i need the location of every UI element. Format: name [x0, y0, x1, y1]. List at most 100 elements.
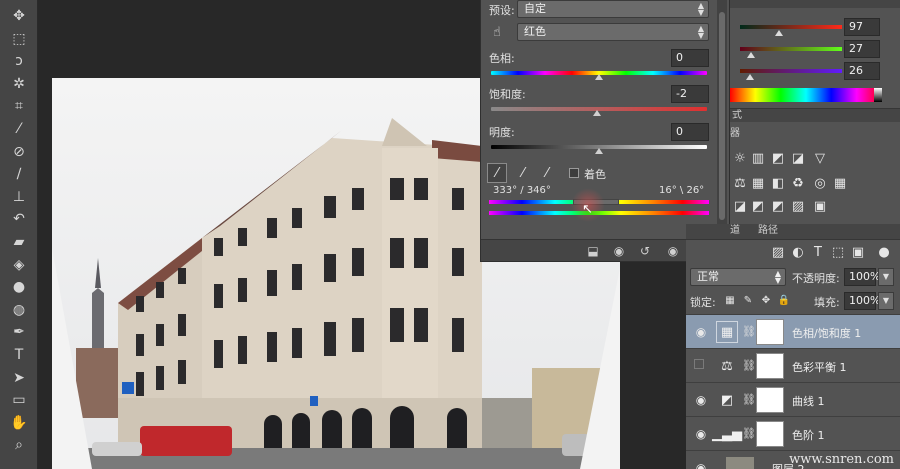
hue-saturation-icon[interactable]: ▦: [750, 175, 766, 191]
layer-mask-thumbnail[interactable]: [756, 353, 784, 379]
brightness-icon[interactable]: ☼: [732, 150, 748, 166]
blue-slider[interactable]: [740, 69, 842, 73]
layer-mask-thumbnail[interactable]: [756, 319, 784, 345]
opacity-input[interactable]: 100%: [844, 268, 880, 286]
filter-toggle-icon[interactable]: ●: [876, 244, 892, 260]
tab-paths[interactable]: 路径: [758, 223, 778, 239]
stamp-tool-icon[interactable]: ⊥: [9, 187, 29, 207]
lock-all-icon[interactable]: 🔒: [776, 292, 792, 308]
channel-dropdown[interactable]: 红色 ▲ ▼: [517, 23, 709, 41]
color-balance-icon[interactable]: ⚖: [732, 175, 748, 191]
lasso-tool-icon[interactable]: ↄ: [9, 51, 29, 71]
color-lookup-icon[interactable]: ▦: [832, 175, 848, 191]
green-slider-thumb[interactable]: [746, 52, 755, 58]
opacity-arrow-icon[interactable]: ▼: [878, 268, 894, 286]
marquee-tool-icon[interactable]: ⬚: [9, 29, 29, 49]
threshold-icon[interactable]: ◩: [770, 198, 786, 214]
levels-icon[interactable]: ▥: [750, 150, 766, 166]
preset-dropdown[interactable]: 自定 ▲ ▼: [517, 0, 709, 18]
curves-icon[interactable]: ◩: [770, 150, 786, 166]
saturation-input[interactable]: -2: [671, 85, 709, 103]
green-value[interactable]: 27: [844, 40, 880, 58]
filter-shape-icon[interactable]: ⬚: [830, 244, 846, 260]
green-slider[interactable]: [740, 47, 842, 51]
zoom-tool-icon[interactable]: ⌕: [9, 435, 29, 455]
view-previous-state-icon[interactable]: ◉: [611, 243, 627, 259]
clip-to-layer-icon[interactable]: ⬓: [585, 243, 601, 259]
pen-tool-icon[interactable]: ✒: [9, 322, 29, 342]
visibility-toggle-empty[interactable]: [694, 359, 704, 369]
eyedropper-tool-icon[interactable]: ⁄: [9, 119, 29, 139]
eyedropper-plus-icon[interactable]: ⁄: [513, 163, 533, 183]
filter-pixel-icon[interactable]: ▨: [770, 244, 786, 260]
blue-slider-thumb[interactable]: [746, 74, 755, 80]
selective-color-icon[interactable]: ▣: [812, 198, 828, 214]
filter-adjustment-icon[interactable]: ◐: [790, 244, 806, 260]
healing-brush-tool-icon[interactable]: ⊘: [9, 142, 29, 162]
visibility-eye-icon[interactable]: ◉: [694, 461, 708, 469]
tab-styles[interactable]: 式: [732, 108, 742, 124]
colorize-checkbox[interactable]: [569, 168, 579, 178]
lightness-slider-thumb[interactable]: [595, 148, 603, 154]
properties-scrollbar[interactable]: [717, 0, 727, 262]
lock-position-icon[interactable]: ✥: [758, 292, 774, 308]
type-tool-icon[interactable]: T: [9, 345, 29, 365]
layer-row[interactable]: ⚖ ⛓ 色彩平衡 1: [686, 349, 900, 383]
filter-type-icon[interactable]: T: [810, 244, 826, 260]
red-value[interactable]: 97: [844, 18, 880, 36]
scrollbar-thumb[interactable]: [719, 12, 725, 220]
visibility-eye-icon[interactable]: ◉: [694, 393, 708, 407]
invert-icon[interactable]: ◪: [732, 198, 748, 214]
hue-slider-thumb[interactable]: [595, 74, 603, 80]
fill-input[interactable]: 100%: [844, 292, 880, 310]
black-white-icon[interactable]: ◧: [770, 175, 786, 191]
tab-channels[interactable]: 道: [730, 223, 740, 239]
filter-smart-object-icon[interactable]: ▣: [850, 244, 866, 260]
color-spectrum[interactable]: [730, 88, 882, 102]
channel-mixer-icon[interactable]: ◎: [812, 175, 828, 191]
layer-mask-thumbnail[interactable]: [756, 421, 784, 447]
posterize-icon[interactable]: ◩: [750, 198, 766, 214]
dodge-tool-icon[interactable]: ◍: [9, 300, 29, 320]
red-slider-thumb[interactable]: [774, 30, 783, 36]
saturation-slider-thumb[interactable]: [593, 110, 601, 116]
hue-input[interactable]: 0: [671, 49, 709, 67]
fill-arrow-icon[interactable]: ▼: [878, 292, 894, 310]
magic-wand-tool-icon[interactable]: ✲: [9, 74, 29, 94]
exposure-icon[interactable]: ◪: [790, 150, 806, 166]
eraser-tool-icon[interactable]: ▰: [9, 232, 29, 252]
path-selection-tool-icon[interactable]: ➤: [9, 368, 29, 388]
hand-tool-icon[interactable]: ✋: [9, 413, 29, 433]
blue-value[interactable]: 26: [844, 62, 880, 80]
reset-icon[interactable]: ↺: [637, 243, 653, 259]
layer-mask-thumbnail[interactable]: [756, 387, 784, 413]
mask-link-icon[interactable]: ⛓: [742, 325, 756, 339]
mask-link-icon[interactable]: ⛓: [742, 393, 756, 407]
eyedropper-minus-icon[interactable]: ⁄: [537, 163, 557, 183]
gradient-map-icon[interactable]: ▨: [790, 198, 806, 214]
layer-row[interactable]: ◉ ▁▃▅ ⛓ 色阶 1: [686, 417, 900, 451]
eyedropper-icon[interactable]: ⁄: [487, 163, 507, 183]
visibility-eye-icon[interactable]: ◉: [694, 325, 708, 339]
mask-link-icon[interactable]: ⛓: [742, 359, 756, 373]
photo-filter-icon[interactable]: ♻: [790, 175, 806, 191]
move-tool-icon[interactable]: ✥: [9, 6, 29, 26]
lock-pixels-icon[interactable]: ✎: [740, 292, 756, 308]
vibrance-icon[interactable]: ▽: [812, 150, 828, 166]
visibility-eye-icon[interactable]: ◉: [694, 427, 708, 441]
shape-tool-icon[interactable]: ▭: [9, 390, 29, 410]
layer-row[interactable]: ◉ ▦ ⛓ 色相/饱和度 1: [686, 315, 900, 349]
crop-tool-icon[interactable]: ⌗: [9, 96, 29, 116]
paint-bucket-tool-icon[interactable]: ◈: [9, 255, 29, 275]
mask-link-icon[interactable]: ⛓: [742, 427, 756, 441]
blend-mode-dropdown[interactable]: 正常 ▲ ▼: [690, 268, 786, 286]
layer-row[interactable]: ◉ ◩ ⛓ 曲线 1: [686, 383, 900, 417]
history-brush-tool-icon[interactable]: ↶: [9, 209, 29, 229]
lock-transparent-icon[interactable]: ▦: [722, 292, 738, 308]
red-slider[interactable]: [740, 25, 842, 29]
brush-tool-icon[interactable]: ∕: [9, 164, 29, 184]
toggle-visibility-icon[interactable]: ◉: [665, 243, 681, 259]
spectrum-black-white[interactable]: [874, 88, 882, 102]
targeted-adjustment-hand-icon[interactable]: ☝: [487, 22, 507, 42]
lightness-input[interactable]: 0: [671, 123, 709, 141]
